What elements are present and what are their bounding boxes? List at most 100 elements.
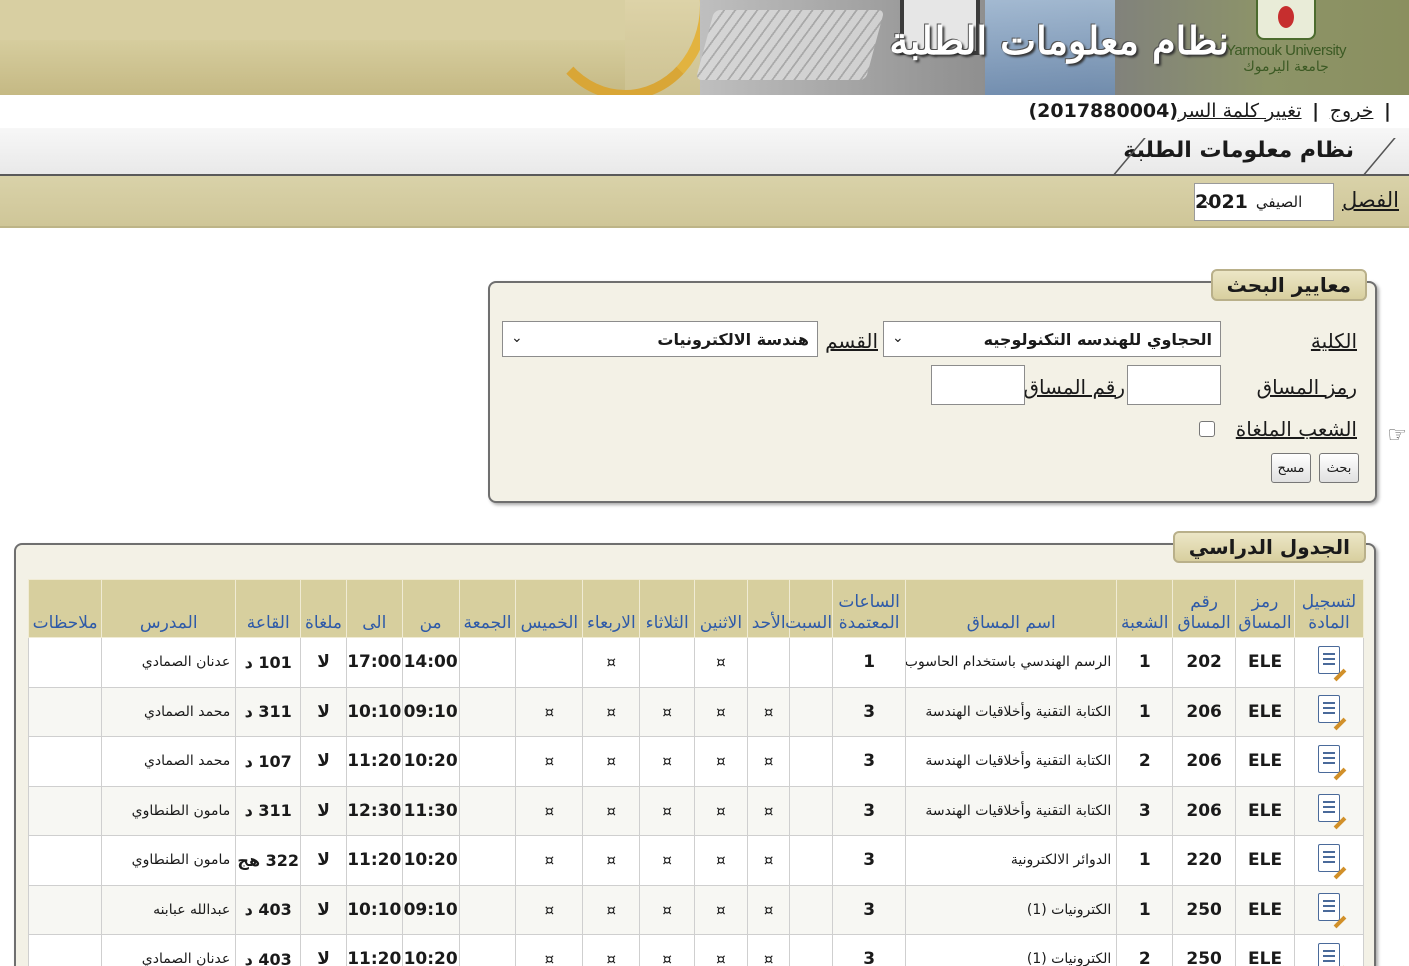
cell-instructor: عبدالله عبابنه — [101, 884, 237, 935]
cell-sat — [789, 835, 834, 886]
register-cell[interactable] — [1293, 736, 1365, 787]
faculty-select[interactable]: الحجاوي للهندسه التكنولوجيه ⌄ — [883, 321, 1221, 357]
course-number-input[interactable] — [931, 365, 1025, 405]
search-button[interactable]: بحث — [1319, 453, 1359, 483]
cell-fri — [458, 835, 517, 886]
column-header: الأحد — [746, 579, 791, 638]
cell-hours: 3 — [832, 686, 907, 737]
cell-sun: ¤ — [746, 934, 791, 966]
register-cell[interactable] — [1293, 835, 1365, 886]
cell-code: ELE — [1235, 686, 1295, 737]
faculty-label[interactable]: الكلية — [1311, 329, 1357, 353]
cell-name: الدوائر الالكترونية — [905, 835, 1118, 886]
cell-to: 12:30 — [345, 785, 403, 836]
cell-hours: 3 — [832, 736, 907, 787]
cell-sat — [789, 884, 834, 935]
semester-term: الصيفي — [1255, 193, 1303, 211]
department-label[interactable]: القسم — [825, 329, 878, 353]
column-header: لتسجيل المادة — [1293, 579, 1365, 638]
cell-room: 322 هج — [235, 835, 302, 886]
cell-mon: ¤ — [694, 637, 748, 688]
cancelled-sections-label[interactable]: الشعب الملغاة — [1236, 417, 1357, 441]
cell-instructor: محمد الصمادي — [101, 736, 237, 787]
cell-hours: 3 — [832, 884, 907, 935]
cell-cancelled: لا — [300, 934, 347, 966]
cell-from: 11:30 — [401, 785, 460, 836]
cell-sun: ¤ — [746, 686, 791, 737]
cell-sat — [789, 637, 834, 688]
cell-section: 1 — [1116, 686, 1174, 737]
register-document-icon[interactable] — [1317, 695, 1340, 724]
column-header: السبت — [785, 579, 834, 638]
register-cell[interactable] — [1293, 785, 1365, 836]
cancelled-sections-checkbox[interactable] — [1199, 421, 1215, 437]
cell-from: 09:10 — [401, 884, 460, 935]
register-cell[interactable] — [1293, 637, 1365, 688]
department-select[interactable]: هندسة الالكترونيات ⌄ — [502, 321, 818, 357]
register-document-icon[interactable] — [1317, 942, 1340, 966]
tab-student-info[interactable]: نظام معلومات الطلبة — [1123, 138, 1354, 163]
cell-notes — [27, 835, 103, 886]
cell-tue — [639, 637, 696, 688]
course-code-label[interactable]: رمز المساق — [1257, 375, 1357, 399]
chevron-down-icon: ⌄ — [892, 330, 904, 346]
cell-room: 101 د — [235, 637, 302, 688]
register-document-icon[interactable] — [1317, 794, 1340, 823]
cell-sun: ¤ — [746, 736, 791, 787]
header-banner: نظام معلومات الطلبة Yarmouk University ج… — [0, 0, 1409, 95]
cell-fri — [458, 785, 517, 836]
cell-room: 311 د — [235, 686, 302, 737]
register-document-icon[interactable] — [1317, 744, 1340, 773]
cell-thu: ¤ — [515, 736, 584, 787]
cell-number: 202 — [1172, 637, 1237, 688]
course-code-input[interactable] — [1127, 365, 1221, 405]
cell-tue: ¤ — [639, 884, 696, 935]
cell-section: 1 — [1116, 835, 1174, 886]
cell-fri — [458, 736, 517, 787]
cell-notes — [27, 686, 103, 737]
cell-mon: ¤ — [694, 835, 748, 886]
cell-name: الرسم الهندسي باستخدام الحاسوب — [905, 637, 1118, 688]
register-cell[interactable] — [1293, 686, 1365, 737]
course-number-label[interactable]: رقم المساق — [1023, 375, 1125, 399]
register-document-icon[interactable] — [1317, 893, 1340, 922]
cell-mon: ¤ — [694, 686, 748, 737]
university-logo[interactable]: Yarmouk University جامعة اليرموك — [1211, 0, 1361, 90]
cell-cancelled: لا — [300, 884, 347, 935]
register-cell[interactable] — [1293, 934, 1365, 966]
semester-select[interactable]: الصيفي 2021 ⌄ — [1194, 183, 1334, 221]
cell-to: 11:20 — [345, 835, 403, 886]
cell-number: 220 — [1172, 835, 1237, 886]
cell-from: 14:00 — [401, 637, 460, 688]
search-criteria-legend: معايير البحث — [1210, 269, 1367, 301]
cell-name: الكتابة التقنية وأخلاقيات الهندسة — [905, 736, 1118, 787]
register-document-icon[interactable] — [1317, 645, 1340, 674]
chevron-down-icon: ⌄ — [1203, 193, 1215, 209]
cell-sun: ¤ — [746, 785, 791, 836]
cell-room: 107 د — [235, 736, 302, 787]
faculty-value: الحجاوي للهندسه التكنولوجيه — [983, 329, 1212, 349]
schedule-panel: الجدول الدراسي لتسجيل المادة رمز المساق رق… — [14, 531, 1376, 966]
register-document-icon[interactable] — [1317, 843, 1340, 872]
column-header: ملغاة — [300, 579, 347, 638]
column-header: الاربعاء — [582, 579, 641, 638]
cell-wed: ¤ — [582, 736, 641, 787]
cell-to: 11:20 — [345, 736, 403, 787]
user-bar: | خروج | تغيير كلمة السر(2017880004) — [1028, 100, 1391, 122]
change-password-link[interactable]: تغيير كلمة السر — [1178, 100, 1302, 122]
column-header: ملاحظات — [27, 579, 103, 638]
cell-tue: ¤ — [639, 736, 696, 787]
module-tab-bar: نظام معلومات الطلبة — [0, 128, 1409, 178]
cell-tue: ¤ — [639, 934, 696, 966]
cell-section: 3 — [1116, 785, 1174, 836]
cell-thu: ¤ — [515, 884, 584, 935]
column-header: رمز المساق — [1235, 579, 1295, 638]
cell-wed: ¤ — [582, 934, 641, 966]
semester-label[interactable]: الفصل — [1342, 188, 1399, 212]
clear-button[interactable]: مسح — [1271, 453, 1311, 483]
logout-link[interactable]: خروج — [1330, 100, 1374, 122]
cell-code: ELE — [1235, 884, 1295, 935]
cell-thu: ¤ — [515, 785, 584, 836]
cell-wed: ¤ — [582, 637, 641, 688]
register-cell[interactable] — [1293, 884, 1365, 935]
